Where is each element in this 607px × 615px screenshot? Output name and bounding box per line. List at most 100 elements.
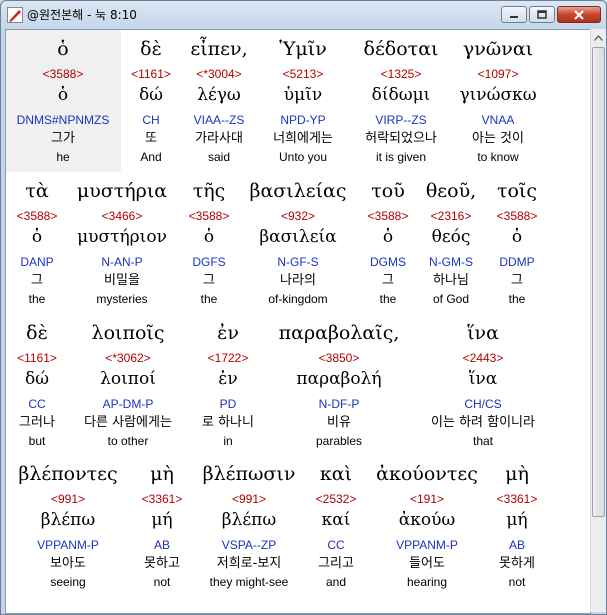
parsing-code: N-GM-S [429,255,473,269]
chevron-up-icon [594,34,603,41]
korean-gloss: 보아도 [50,556,86,571]
lemma-word: ὁ [31,227,43,247]
scroll-thumb[interactable] [592,47,605,517]
strong-number: <191> [409,492,445,506]
strong-number: <*3062> [105,351,151,365]
lemma-word: ἵνα [468,369,498,389]
korean-gloss: 그리고 [318,556,354,571]
english-gloss: mysteries [96,292,148,306]
lemma-word: ὁ [203,227,215,247]
lemma-word: ὁ [511,227,523,247]
app-window: @원전본해 - 눅 8:10 ὁ <3588> ὁ DNMS#NPNMZS 그가 he δὲ… [0,0,607,615]
parsing-code: VPPANM-P [37,538,99,552]
greek-word[interactable]: ὁ [57,40,68,59]
parsing-code: AB [508,538,526,552]
greek-word[interactable]: τὰ [25,182,48,201]
strong-number: <991> [231,492,267,506]
strong-number: <1722> [207,351,249,365]
parsing-code: AP-DM-P [102,397,154,411]
greek-word[interactable]: γνῶναι [463,40,533,59]
parsing-code: CH/CS [464,397,502,411]
strong-number: <3588> [367,209,409,223]
english-gloss: and [325,575,347,589]
strong-number: <3588> [188,209,230,223]
parsing-code: VNAA [481,113,515,127]
title-bar[interactable]: @원전본해 - 눅 8:10 [1,1,606,29]
parsing-code: NPD-YP [280,113,326,127]
english-gloss: it is given [375,150,427,164]
vertical-scrollbar[interactable] [590,29,606,612]
parsing-code: AB [153,538,171,552]
greek-word[interactable]: τοῖς [497,182,537,201]
strong-number: <1161> [17,351,57,365]
greek-word[interactable]: τοῦ [371,182,405,201]
lemma-word: ἐν [218,369,238,389]
greek-word[interactable]: δέδοται [364,40,439,59]
korean-gloss: 아는 것이 [472,131,524,146]
greek-word[interactable]: μὴ [505,465,529,484]
scroll-up-button[interactable] [591,29,606,46]
korean-gloss: 나라의 [280,273,316,288]
korean-gloss: 로 하나니 [202,415,254,430]
close-icon [574,9,584,20]
greek-word[interactable]: θεοῦ, [426,182,476,201]
greek-word[interactable]: Ὑμῖν [279,40,327,59]
greek-word[interactable]: βλέποντες [18,465,117,484]
strong-number: <2316> [430,209,472,223]
lemma-word: καί [321,510,351,530]
english-gloss: not [153,575,171,589]
korean-gloss: 그러나 [19,415,55,430]
greek-word[interactable]: ἵνα [467,324,499,343]
strong-number: <1325> [380,67,422,81]
greek-word[interactable]: ἀκούοντες [376,465,478,484]
greek-word[interactable]: δὲ [140,40,162,59]
strong-number: <2443> [462,351,504,365]
english-gloss: not [508,575,526,589]
strong-number: <1161> [131,67,171,81]
korean-gloss: 하나님 [433,273,469,288]
parsing-code: CH [142,113,160,127]
english-gloss: in [223,434,233,448]
greek-word[interactable]: μὴ [150,465,174,484]
english-gloss: hearing [406,575,448,589]
strong-number: <2532> [315,492,357,506]
minimize-button[interactable] [501,6,527,23]
parsing-code: VPPANM-P [396,538,458,552]
strong-number: <*3004> [196,67,242,81]
lemma-word: βλέπω [40,510,96,530]
app-pen-icon [7,7,23,23]
greek-word[interactable]: τῆς [193,182,226,201]
greek-word[interactable]: λοιποῖς [92,324,165,343]
english-gloss: the [200,292,218,306]
greek-word[interactable]: μυστήρια [77,182,167,201]
greek-word[interactable]: βασιλείας [249,182,346,201]
english-gloss: said [207,150,231,164]
english-gloss: but [28,434,46,448]
lemma-word: ὑμῖν [283,85,323,105]
lemma-word: λέγω [197,85,241,105]
lemma-word: βλέπω [221,510,277,530]
korean-gloss: 비유 [327,415,351,430]
greek-word[interactable]: δὲ [26,324,48,343]
interlinear-text-view[interactable]: ὁ <3588> ὁ DNMS#NPNMZS 그가 he δὲ <1161> δώ CH 또 And ε… [5,29,591,614]
lemma-word: βασιλεία [259,227,337,247]
parsing-code: VIAA--ZS [193,113,245,127]
window-title: @원전본해 - 눅 8:10 [27,8,137,22]
greek-word[interactable]: ἐν [217,324,239,343]
english-gloss: of God [432,292,470,306]
parsing-code: DDMP [499,255,535,269]
parsing-code: CC [327,538,345,552]
parsing-code: N-AN-P [101,255,143,269]
lemma-word: θεός [431,227,471,247]
greek-word[interactable]: παραβολαῖς, [279,324,400,343]
lemma-word: δίδωμι [371,85,431,105]
lemma-word: γινώσκω [459,85,537,105]
close-button[interactable] [557,6,601,23]
greek-word[interactable]: καὶ [320,465,352,484]
maximize-button[interactable] [529,6,555,23]
strong-number: <5213> [282,67,324,81]
greek-word[interactable]: εἶπεν, [190,40,247,59]
greek-word[interactable]: βλέπωσιν [203,465,296,484]
parsing-code: N-GF-S [277,255,319,269]
english-gloss: that [472,434,494,448]
